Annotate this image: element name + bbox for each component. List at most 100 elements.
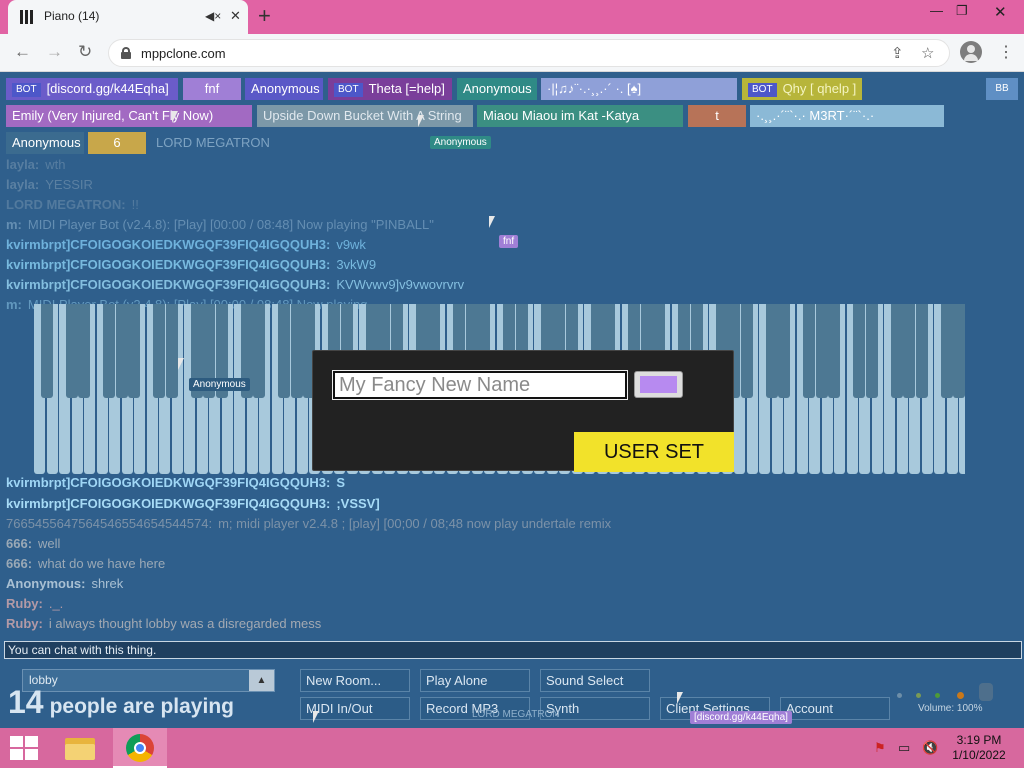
user-cursor-icon bbox=[677, 692, 689, 704]
piano-black-key[interactable] bbox=[953, 304, 965, 398]
chat-message: kvirmbrpt]CFOIGOGKOIEDKWGQF39FIQ4IGQQUH3… bbox=[6, 475, 345, 490]
back-arrow-icon[interactable]: ← bbox=[14, 42, 31, 62]
chat-message: kvirmbrpt]CFOIGOGKOIEDKWGQF39FIQ4IGQQUH3… bbox=[6, 257, 377, 272]
status-dot bbox=[935, 693, 940, 698]
piano-black-key[interactable] bbox=[828, 304, 840, 398]
piano-black-key[interactable] bbox=[165, 304, 178, 398]
piano-black-key[interactable] bbox=[115, 304, 128, 398]
user-badge[interactable]: fnf bbox=[183, 78, 241, 100]
piano-black-key[interactable] bbox=[78, 304, 90, 398]
piano-black-key[interactable] bbox=[903, 304, 915, 398]
chat-message: LORD MEGATRON:!! bbox=[6, 197, 139, 212]
sound-select-button[interactable]: Sound Select bbox=[540, 669, 650, 692]
new-room-button[interactable]: New Room... bbox=[300, 669, 410, 692]
user-badge[interactable]: ·.¸¸.·´¨`·.· M3RT·´¨`·.· bbox=[750, 105, 944, 127]
user-badge[interactable]: LORD MEGATRON bbox=[150, 132, 270, 154]
user-name: Anonymous bbox=[463, 81, 532, 96]
volume-knob-icon[interactable] bbox=[979, 683, 993, 701]
user-name: ·|¦♫♪¨·.·¸¸.·´ ·. [♠] bbox=[547, 81, 642, 96]
player-count: 14 people are playing bbox=[8, 684, 234, 721]
user-name: Anonymous bbox=[251, 81, 320, 96]
piano-black-key[interactable] bbox=[278, 304, 290, 398]
piano-black-key[interactable] bbox=[915, 304, 928, 398]
url-text[interactable]: mppclone.com bbox=[141, 46, 226, 61]
chat-message: m:MIDI Player Bot (v2.4.8): [Play] [00:0… bbox=[6, 217, 434, 232]
piano-black-key[interactable] bbox=[65, 304, 78, 398]
chevron-up-icon[interactable]: ▲ bbox=[249, 670, 274, 691]
bb-badge[interactable]: BB bbox=[986, 78, 1018, 100]
user-badge[interactable]: t bbox=[688, 105, 746, 127]
cursor-name-tag: Anonymous bbox=[430, 136, 491, 149]
file-explorer-icon[interactable] bbox=[62, 732, 98, 764]
user-badge[interactable]: Emily (Very Injured, Can't Fly Now) bbox=[6, 105, 252, 127]
new-tab-button[interactable]: + bbox=[258, 3, 271, 29]
status-dot bbox=[897, 693, 902, 698]
volume-muted-icon[interactable]: 🔇 bbox=[922, 740, 938, 756]
chrome-taskbar-button[interactable] bbox=[113, 728, 167, 768]
piano-black-key[interactable] bbox=[128, 304, 140, 398]
tab-close-icon[interactable]: ✕ bbox=[230, 8, 241, 24]
user-badge[interactable]: ·|¦♫♪¨·.·¸¸.·´ ·. [♠] bbox=[541, 78, 737, 100]
user-badge[interactable]: 6 bbox=[88, 132, 146, 154]
lock-icon[interactable] bbox=[121, 47, 131, 59]
user-name: ·.¸¸.·´¨`·.· M3RT·´¨`·.· bbox=[756, 108, 875, 123]
user-name: 6 bbox=[113, 135, 121, 150]
piano-black-key[interactable] bbox=[290, 304, 303, 398]
chat-input[interactable]: You can chat with this thing. bbox=[4, 641, 1022, 659]
piano-black-key[interactable] bbox=[853, 304, 865, 398]
piano-black-key[interactable] bbox=[765, 304, 778, 398]
piano-black-key[interactable] bbox=[778, 304, 790, 398]
minimize-button[interactable]: — bbox=[930, 3, 943, 18]
piano-black-key[interactable] bbox=[865, 304, 878, 398]
profile-avatar-icon[interactable] bbox=[960, 41, 982, 63]
cursor-name-tag: fnf bbox=[499, 235, 519, 248]
user-badge[interactable]: Upside Down Bucket With A String bbox=[257, 105, 473, 127]
user-badge[interactable]: BOT Theta [=help] bbox=[328, 78, 452, 100]
network-error-icon[interactable]: ⚑ bbox=[874, 740, 886, 756]
name-input[interactable] bbox=[332, 370, 628, 400]
clock-date: 1/10/2022 bbox=[952, 748, 1006, 762]
piano-black-key[interactable] bbox=[253, 304, 265, 398]
user-cursor-icon bbox=[418, 115, 430, 127]
browser-tab[interactable]: Piano (14) ◀× ✕ bbox=[8, 0, 248, 34]
piano-black-key[interactable] bbox=[103, 304, 115, 398]
piano-black-key[interactable] bbox=[940, 304, 953, 398]
piano-black-key[interactable] bbox=[890, 304, 903, 398]
user-badge[interactable]: Anonymous bbox=[6, 132, 84, 154]
user-badge[interactable]: Anonymous bbox=[457, 78, 537, 100]
chat-message: kvirmbrpt]CFOIGOGKOIEDKWGQF39FIQ4IGQQUH3… bbox=[6, 496, 380, 511]
piano-black-key[interactable] bbox=[40, 304, 53, 398]
user-name: Upside Down Bucket With A String bbox=[263, 108, 462, 123]
user-set-button[interactable]: USER SET bbox=[574, 432, 734, 472]
volume-label[interactable]: Volume: 100% bbox=[918, 703, 983, 714]
address-bar[interactable]: mppclone.com ⇪ ☆ bbox=[108, 39, 950, 67]
windows-start-icon[interactable] bbox=[10, 736, 38, 760]
bot-tag: BOT bbox=[12, 83, 41, 97]
piano-black-key[interactable] bbox=[803, 304, 815, 398]
chat-message: kvirmbrpt]CFOIGOGKOIEDKWGQF39FIQ4IGQQUH3… bbox=[6, 277, 465, 292]
user-badge[interactable]: BOT [discord.gg/k44Eqha] bbox=[6, 78, 178, 100]
user-badge[interactable]: BOT Qhy [ qhelp ] bbox=[742, 78, 862, 100]
user-badge[interactable]: Miaou Miaou im Kat -Katya bbox=[477, 105, 683, 127]
kebab-menu-icon[interactable]: ⋮ bbox=[998, 42, 1014, 62]
piano-black-key[interactable] bbox=[740, 304, 753, 398]
play-alone-button[interactable]: Play Alone bbox=[420, 669, 530, 692]
monitor-icon[interactable]: ▭ bbox=[898, 740, 910, 756]
system-clock[interactable]: 3:19 PM 1/10/2022 bbox=[948, 733, 1010, 763]
share-icon[interactable]: ⇪ bbox=[891, 44, 904, 62]
piano-black-key[interactable] bbox=[815, 304, 828, 398]
account-button[interactable]: Account bbox=[780, 697, 890, 720]
user-badge[interactable]: Anonymous bbox=[245, 78, 323, 100]
taskbar: ⚑ ▭ 🔇 3:19 PM 1/10/2022 bbox=[0, 728, 1024, 768]
chat-message: 666: well bbox=[6, 536, 61, 551]
chrome-icon bbox=[126, 734, 154, 762]
color-picker[interactable] bbox=[634, 371, 683, 398]
color-swatch-fill bbox=[640, 376, 677, 393]
bookmark-star-icon[interactable]: ☆ bbox=[921, 44, 934, 62]
restore-button[interactable]: ❐ bbox=[956, 3, 968, 19]
piano-black-key[interactable] bbox=[153, 304, 165, 398]
forward-arrow-icon[interactable]: → bbox=[46, 42, 63, 62]
reload-icon[interactable]: ↻ bbox=[78, 42, 92, 62]
close-window-button[interactable]: ✕ bbox=[994, 3, 1007, 21]
speaker-muted-icon[interactable]: ◀× bbox=[205, 9, 221, 23]
